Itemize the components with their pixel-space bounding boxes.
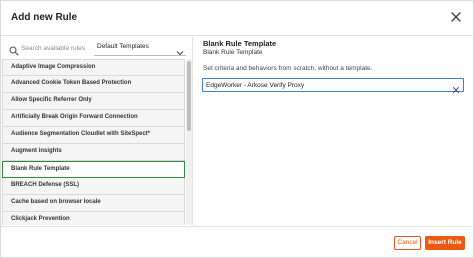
template-filter-value: Default Templates [97, 43, 149, 50]
rule-list-item-label: Allow Specific Referrer Only [11, 97, 92, 103]
rule-list-item-label: Augment insights [11, 148, 62, 154]
rule-list-item[interactable]: Advanced Cookie Token Based Protection [2, 76, 185, 93]
rule-list-item[interactable]: Allow Specific Referrer Only [2, 93, 185, 110]
close-icon[interactable] [449, 10, 463, 24]
rule-list-item-label: Artificially Break Origin Forward Connec… [11, 114, 138, 120]
rule-list: Adaptive Image Compression Advanced Cooki… [1, 59, 185, 225]
rule-list-item-label: Blank Rule Template [11, 165, 70, 172]
rule-list-item[interactable]: Adaptive Image Compression [2, 59, 185, 76]
rule-detail-panel: Blank Rule Template Blank Rule Template … [194, 37, 473, 225]
cancel-button[interactable]: Cancel [394, 236, 421, 250]
rule-list-item[interactable]: Audience Segmentation Cloudlet with Site… [2, 127, 185, 144]
rule-list-item[interactable]: Blank Rule Template [2, 161, 185, 178]
dialog-title: Add new Rule [11, 12, 78, 23]
dialog-header: Add new Rule [1, 1, 473, 36]
detail-subtitle: Blank Rule Template [203, 49, 263, 56]
search-icon [9, 43, 19, 56]
rule-list-item[interactable]: BREACH Defense (SSL) [2, 178, 185, 195]
rule-template-panel: Default Templates Adaptive Image Compres… [1, 37, 193, 225]
chevron-down-icon [176, 44, 184, 56]
rule-list-item[interactable]: Clickjack Prevention [2, 212, 185, 225]
scrollbar-thumb[interactable] [187, 61, 191, 131]
detail-title: Blank Rule Template [203, 39, 277, 48]
add-rule-dialog: Add new Rule Default Templates Adaptive … [0, 0, 474, 258]
rule-list-item-label: Advanced Cookie Token Based Protection [11, 80, 132, 86]
rule-list-item[interactable]: Augment insights [2, 144, 185, 161]
insert-rule-button[interactable]: Insert Rule [425, 236, 465, 250]
rule-list-item-label: Adaptive Image Compression [11, 64, 96, 70]
search-input[interactable] [21, 41, 91, 55]
rule-list-item-label: Clickjack Prevention [11, 216, 70, 222]
rule-list-item[interactable]: Cache based on browser locale [2, 195, 185, 212]
clear-icon[interactable] [452, 81, 460, 93]
search-row: Default Templates [1, 37, 192, 59]
template-filter-select[interactable]: Default Templates [94, 40, 186, 56]
rule-name-input[interactable] [206, 80, 446, 90]
dialog-footer: Cancel Insert Rule [1, 226, 473, 257]
rule-list-scrollbar[interactable] [186, 59, 192, 225]
rule-list-item[interactable]: Artificially Break Origin Forward Connec… [2, 110, 185, 127]
rule-list-item-label: BREACH Defense (SSL) [11, 182, 80, 188]
rule-list-item-label: Cache based on browser locale [11, 199, 101, 205]
detail-description: Set criteria and behaviors from scratch,… [203, 65, 373, 72]
rule-name-field[interactable] [202, 78, 464, 93]
rule-list-item-label: Audience Segmentation Cloudlet with Site… [11, 131, 151, 137]
